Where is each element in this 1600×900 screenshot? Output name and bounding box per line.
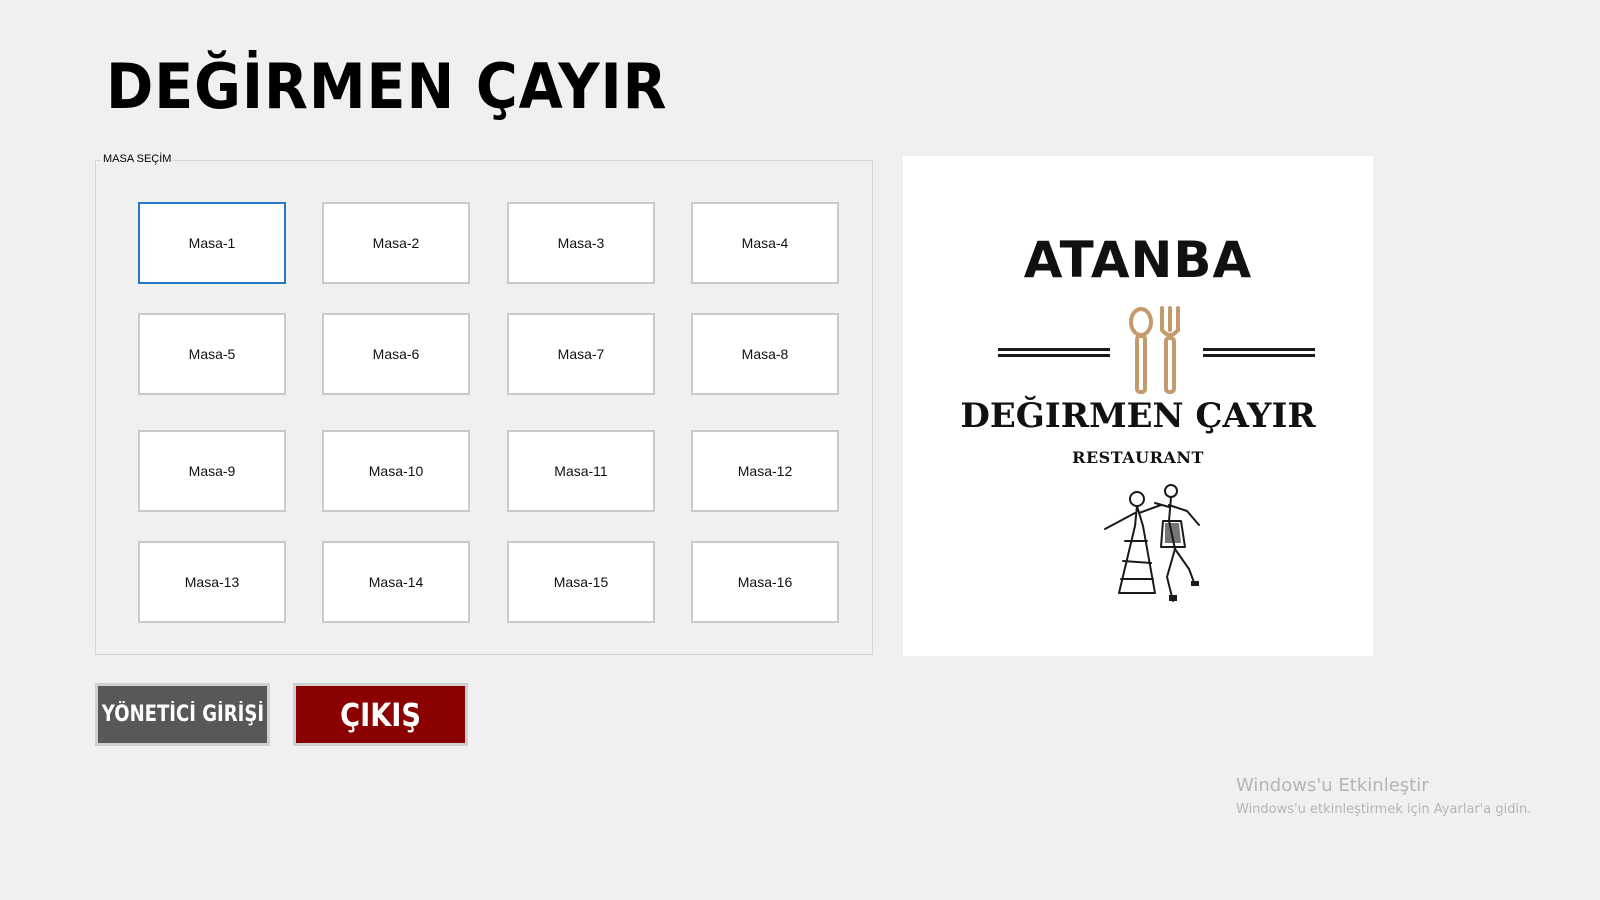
dancers-icon: [1104, 484, 1200, 602]
table-button-11[interactable]: Masa-11: [507, 430, 655, 512]
logo-subtitle: RESTAURANT: [1072, 448, 1204, 467]
logo-brand: ATANBA: [1023, 231, 1253, 289]
table-button-14[interactable]: Masa-14: [322, 541, 470, 623]
table-selection-group: MASA SEÇİM Masa-1 Masa-2 Masa-3 Masa-4 M…: [95, 153, 873, 655]
table-button-1[interactable]: Masa-1: [138, 202, 286, 284]
table-button-9[interactable]: Masa-9: [138, 430, 286, 512]
table-button-7[interactable]: Masa-7: [507, 313, 655, 395]
table-button-3[interactable]: Masa-3: [507, 202, 655, 284]
divider-right: [1203, 348, 1315, 357]
table-button-2[interactable]: Masa-2: [322, 202, 470, 284]
spoon-icon: [1129, 307, 1153, 394]
table-button-10[interactable]: Masa-10: [322, 430, 470, 512]
table-button-13[interactable]: Masa-13: [138, 541, 286, 623]
table-grid: Masa-1 Masa-2 Masa-3 Masa-4 Masa-5 Masa-…: [96, 161, 872, 654]
logo-restaurant-name: DEĞIRMEN ÇAYIR: [960, 396, 1316, 436]
restaurant-logo-panel: ATANBA DEĞIRMEN ÇAYIR RESTAURANT: [903, 156, 1373, 656]
divider-left: [998, 348, 1110, 357]
table-button-6[interactable]: Masa-6: [322, 313, 470, 395]
admin-login-button[interactable]: YÖNETİCİ GİRİŞİ: [95, 683, 270, 746]
windows-activation-subtitle: Windows'u etkinleştirmek için Ayarlar'a …: [1236, 802, 1532, 817]
app-title: DEĞİRMEN ÇAYIR: [106, 50, 668, 123]
table-button-15[interactable]: Masa-15: [507, 541, 655, 623]
table-button-16[interactable]: Masa-16: [691, 541, 839, 623]
table-button-5[interactable]: Masa-5: [138, 313, 286, 395]
table-button-8[interactable]: Masa-8: [691, 313, 839, 395]
fork-icon: [1160, 306, 1180, 394]
cutlery-divider: [998, 306, 1315, 394]
table-button-4[interactable]: Masa-4: [691, 202, 839, 284]
exit-button[interactable]: ÇIKIŞ: [293, 683, 468, 746]
windows-activation-title: Windows'u Etkinleştir: [1236, 775, 1429, 796]
table-button-12[interactable]: Masa-12: [691, 430, 839, 512]
exit-label: ÇIKIŞ: [340, 695, 421, 734]
admin-login-label: YÖNETİCİ GİRİŞİ: [101, 702, 264, 727]
